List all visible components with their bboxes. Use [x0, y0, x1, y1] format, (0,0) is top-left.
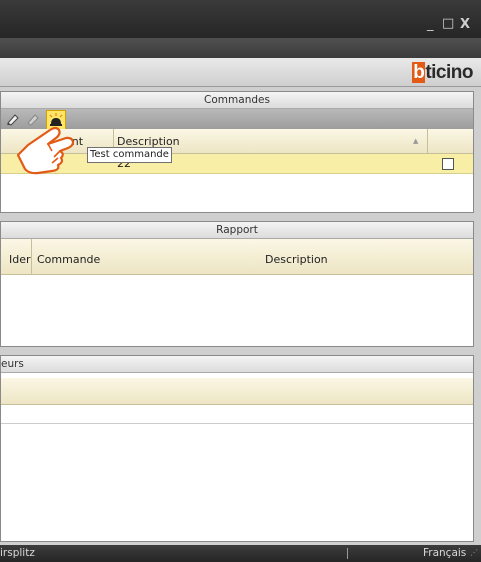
- tooltip: Test commande: [87, 147, 172, 163]
- lower-panel: eurs: [0, 355, 474, 542]
- brand-bar: bticino: [0, 58, 481, 87]
- lower-panel-title: eurs: [1, 356, 473, 373]
- top-strip: [0, 38, 481, 58]
- report-column-header: Ider Commande Description: [1, 239, 473, 275]
- minimize-button[interactable]: _: [427, 18, 434, 32]
- language-selector[interactable]: Français: [423, 545, 466, 562]
- column-divider: [31, 239, 32, 274]
- column-header-description[interactable]: Description: [265, 253, 328, 266]
- table-row[interactable]: [1, 405, 473, 424]
- lower-column-header: [1, 378, 473, 405]
- report-panel-title: Rapport: [1, 222, 473, 239]
- title-bar: _ □ X: [0, 0, 481, 38]
- close-button[interactable]: X: [460, 18, 470, 32]
- report-panel: Rapport Ider Commande Description: [0, 221, 474, 347]
- row-checkbox[interactable]: [442, 158, 454, 170]
- column-header-id[interactable]: Ider: [9, 253, 31, 266]
- status-left-text: irsplitz: [0, 547, 35, 559]
- status-divider: [347, 548, 348, 559]
- resize-grip-icon[interactable]: ⋰: [470, 544, 478, 561]
- commands-panel-title: Commandes: [1, 92, 473, 109]
- pointing-hand-cursor-icon: [16, 126, 75, 175]
- sort-arrow-icon[interactable]: ▲: [413, 137, 418, 145]
- status-bar: irsplitz Français ⋰: [0, 545, 481, 562]
- bticino-logo: bticino: [412, 62, 473, 83]
- column-header-commande[interactable]: Commande: [37, 253, 100, 266]
- maximize-button[interactable]: □: [442, 17, 454, 31]
